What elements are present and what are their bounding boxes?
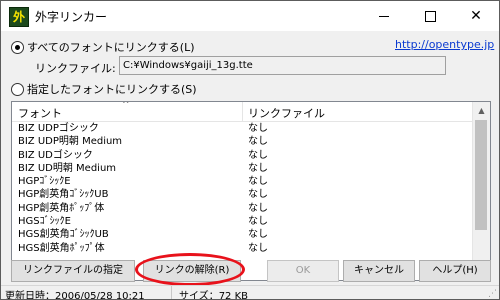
status-file-size: サイズ：72 KB xyxy=(179,291,249,300)
font-name-cell: HGPｺﾞｼｯｸE xyxy=(18,176,71,188)
close-icon: ✕ xyxy=(470,8,482,24)
table-row[interactable]: HGP創英角ｺﾞｼｯｸUB なし xyxy=(12,188,472,201)
table-row[interactable]: HGPｺﾞｼｯｸE なし xyxy=(12,175,472,188)
link-selected-fonts-radio[interactable] xyxy=(11,83,24,96)
column-divider[interactable] xyxy=(242,102,243,121)
link-file-field[interactable]: C:¥Windows¥gaiji_13g.tte xyxy=(119,56,446,75)
table-row[interactable]: BIZ UDゴシック なし xyxy=(12,149,472,162)
column-header-font[interactable]: フォント xyxy=(18,105,62,121)
title-bar[interactable]: 外 外字リンカー ✕ xyxy=(1,1,499,31)
link-all-fonts-label[interactable]: すべてのフォントにリンクする(L) xyxy=(27,39,195,55)
table-row[interactable]: HGP創英角ﾎﾟｯﾌﾟ体 なし xyxy=(12,202,472,215)
link-file-cell: なし xyxy=(248,176,268,188)
minimize-icon xyxy=(379,15,389,17)
link-file-cell: なし xyxy=(248,242,268,254)
column-header-link-file[interactable]: リンクファイル xyxy=(248,105,325,121)
font-list-header: ^ フォント リンクファイル xyxy=(12,102,472,122)
help-button[interactable]: ヘルプ(H) xyxy=(419,260,491,282)
font-name-cell: BIZ UDP明朝 Medium xyxy=(18,136,123,148)
website-link[interactable]: http://opentype.jp xyxy=(395,38,494,51)
font-name-cell: HGSｺﾞｼｯｸE xyxy=(18,216,71,228)
font-name-cell: BIZ UDゴシック xyxy=(18,149,93,161)
app-icon: 外 xyxy=(9,7,29,27)
link-file-cell: なし xyxy=(248,229,268,241)
link-selected-fonts-label[interactable]: 指定したフォントにリンクする(S) xyxy=(27,81,197,97)
table-row[interactable]: BIZ UDPゴシック なし xyxy=(12,122,472,135)
table-row[interactable]: HGS創英角ｺﾞｼｯｸUB なし xyxy=(12,228,472,241)
table-row[interactable]: BIZ UDP明朝 Medium なし xyxy=(12,135,472,148)
font-name-cell: HGS創英角ｺﾞｼｯｸUB xyxy=(18,229,109,241)
font-name-cell: HGS創英角ﾎﾟｯﾌﾟ体 xyxy=(18,242,105,254)
ok-button[interactable]: OK xyxy=(267,260,339,282)
link-file-cell: なし xyxy=(248,189,268,201)
window-title: 外字リンカー xyxy=(35,10,108,24)
dialog-content: すべてのフォントにリンクする(L) http://opentype.jp リンク… xyxy=(1,31,499,299)
link-file-cell: なし xyxy=(248,149,268,161)
maximize-button[interactable] xyxy=(407,1,453,31)
maximize-icon xyxy=(424,10,436,22)
red-highlight-circle xyxy=(135,253,245,286)
font-list-rows: BIZ UDPゴシック なし BIZ UDP明朝 Medium なし BIZ UDゴ… xyxy=(12,122,472,255)
table-row[interactable]: HGSｺﾞｼｯｸE なし xyxy=(12,215,472,228)
status-updated-date: 更新日時：2006/05/28 10:21 xyxy=(5,291,145,300)
sort-ascending-icon: ^ xyxy=(122,101,130,110)
status-bar: 更新日時：2006/05/28 10:21 サイズ：72 KB ⋰ xyxy=(1,285,499,300)
link-all-fonts-radio[interactable] xyxy=(11,41,24,54)
table-row[interactable]: HGS創英角ﾎﾟｯﾌﾟ体 なし xyxy=(12,242,472,255)
font-linker-window: 外 外字リンカー ✕ すべてのフォントにリンクする(L) http://open… xyxy=(0,0,500,300)
font-list[interactable]: ^ フォント リンクファイル BIZ UDPゴシック なし BIZ UDP明朝 M… xyxy=(11,101,491,281)
link-file-cell: なし xyxy=(248,162,268,174)
close-button[interactable]: ✕ xyxy=(453,1,499,31)
resize-grip-icon[interactable]: ⋰ xyxy=(488,289,497,299)
link-file-cell: なし xyxy=(248,202,268,214)
font-name-cell: HGP創英角ｺﾞｼｯｸUB xyxy=(18,189,109,201)
font-name-cell: BIZ UDPゴシック xyxy=(18,123,99,134)
font-name-cell: HGP創英角ﾎﾟｯﾌﾟ体 xyxy=(18,202,105,214)
status-divider xyxy=(171,286,172,299)
scrollbar-thumb[interactable] xyxy=(475,120,487,230)
link-file-label: リンクファイル: xyxy=(35,62,116,75)
font-name-cell: BIZ UD明朝 Medium xyxy=(18,162,117,174)
link-file-cell: なし xyxy=(248,123,268,134)
link-file-cell: なし xyxy=(248,136,268,148)
link-file-cell: なし xyxy=(248,216,268,228)
vertical-scrollbar[interactable]: ▲ ▼ xyxy=(472,102,490,280)
minimize-button[interactable] xyxy=(361,1,407,31)
scroll-up-icon[interactable]: ▲ xyxy=(473,102,490,119)
table-row[interactable]: BIZ UD明朝 Medium なし xyxy=(12,162,472,175)
cancel-button[interactable]: キャンセル xyxy=(343,260,415,282)
specify-link-file-button[interactable]: リンクファイルの指定(F)... xyxy=(11,260,135,296)
